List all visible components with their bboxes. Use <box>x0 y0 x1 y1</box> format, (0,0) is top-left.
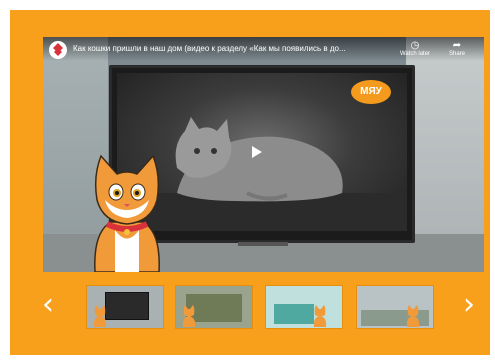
video-title[interactable]: Как кошки пришли в наш дом (видео к разд… <box>73 44 393 53</box>
thumbnail-4[interactable] <box>356 285 434 329</box>
watch-later-label: Watch later <box>399 51 431 57</box>
chevron-left-icon: ‹ <box>42 287 54 322</box>
next-arrow[interactable]: › <box>459 288 479 322</box>
share-icon: ➦ <box>452 40 462 51</box>
thumbnail-mascot <box>406 305 420 327</box>
play-icon <box>252 146 262 158</box>
thumbnail-scene <box>105 292 149 320</box>
thumbnail-1[interactable] <box>86 285 164 329</box>
thumbnail-3[interactable] <box>265 285 343 329</box>
thumbnail-mascot <box>93 305 107 327</box>
watch-later-button[interactable]: ◷ Watch later <box>395 40 435 57</box>
thumbnail-mascot <box>313 305 327 327</box>
thumbnail-2[interactable] <box>175 285 253 329</box>
thumbnail-mascot <box>182 305 196 327</box>
share-button[interactable]: ➦ Share <box>437 40 477 57</box>
clock-icon: ◷ <box>410 40 420 51</box>
tv-stand <box>238 242 288 246</box>
prev-arrow[interactable]: ‹ <box>38 288 58 322</box>
thumbnail-scene <box>274 304 314 324</box>
cat-mascot <box>87 152 167 273</box>
chevron-right-icon: › <box>463 287 475 322</box>
play-button[interactable] <box>246 143 266 161</box>
channel-logo-icon[interactable] <box>49 41 67 59</box>
share-label: Share <box>448 51 465 57</box>
channel-watermark: МЯУ <box>351 80 391 104</box>
player-top-bar: Как кошки пришли в наш дом (видео к разд… <box>43 37 484 61</box>
